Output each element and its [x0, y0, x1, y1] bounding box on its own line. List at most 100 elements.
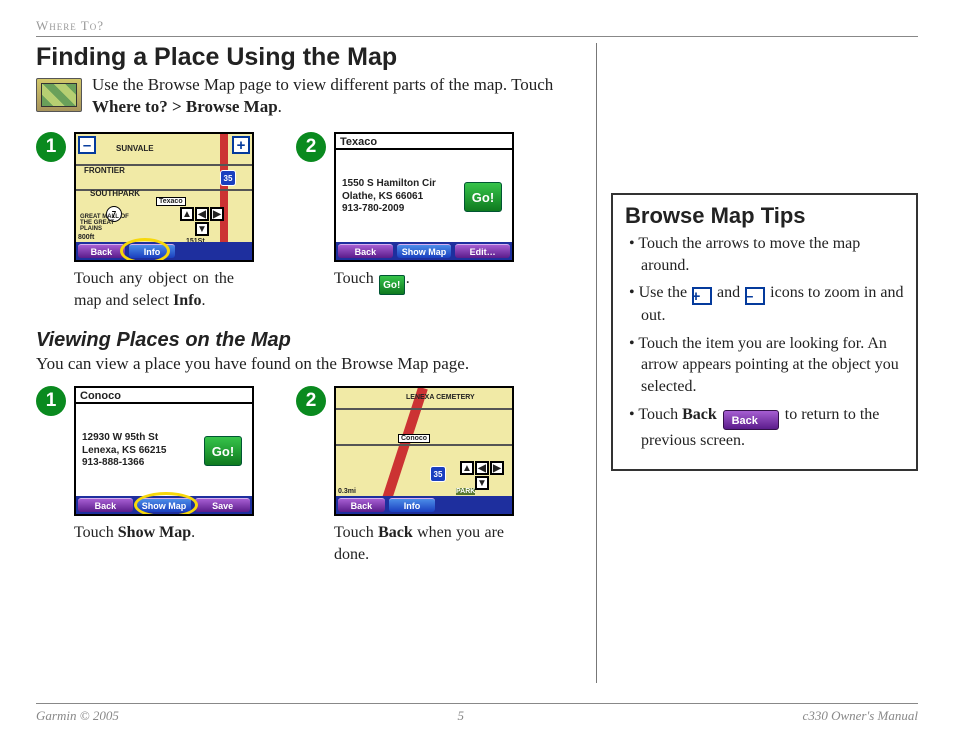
- arrow-right-icon[interactable]: ▶: [490, 461, 504, 475]
- screenshot-map-result: 35 LENEXA CEMETERY Conoco PARK 0.3mi ▲ ◀…: [334, 386, 514, 516]
- subheading: Viewing Places on the Map: [36, 329, 576, 352]
- step-b2: 2 35 LENEXA CEMETERY Conoco PARK 0.3mi ▲…: [296, 386, 516, 565]
- footer-page: 5: [457, 708, 464, 724]
- tip-4: Touch Back Back to return to the previou…: [625, 404, 904, 452]
- label-scale: 800ft: [78, 234, 94, 241]
- arrow-up-icon[interactable]: ▲: [460, 461, 474, 475]
- tip-3: Touch the item you are looking for. An a…: [625, 333, 904, 398]
- page-title: Finding a Place Using the Map: [36, 43, 576, 72]
- label-scale: 0.3mi: [338, 488, 356, 495]
- steps-row-2: 1 Conoco 12930 W 95th St Lenexa, KS 6621…: [36, 386, 576, 565]
- cap-b1-b: Show Map: [118, 524, 191, 541]
- map-icon: [36, 78, 82, 112]
- tip-2b: and: [713, 284, 744, 301]
- back-button[interactable]: Back: [338, 498, 385, 512]
- info-button[interactable]: Info: [129, 244, 176, 258]
- cap-a2-b: .: [406, 270, 410, 287]
- bullet-2-icon: 2: [296, 386, 326, 416]
- go-button[interactable]: Go!: [464, 182, 502, 212]
- button-bar: Back Show Map Edit…: [336, 242, 512, 260]
- road-h2: [336, 444, 512, 446]
- cap-a1-c: .: [202, 292, 206, 309]
- button-bar: Back Show Map Save: [76, 496, 252, 514]
- show-map-button[interactable]: Show Map: [137, 498, 192, 512]
- tips-title: Browse Map Tips: [625, 203, 904, 229]
- label-frontier: FRONTIER: [84, 166, 125, 175]
- label-conoco: Conoco: [398, 434, 430, 443]
- tip-4-bold: Back: [682, 406, 717, 423]
- road-h1: [336, 408, 512, 410]
- back-button[interactable]: Back: [78, 244, 125, 258]
- arrow-left-icon[interactable]: ◀: [475, 461, 489, 475]
- bullet-1-icon: 1: [36, 132, 66, 162]
- arrow-down-icon[interactable]: ▼: [475, 476, 489, 490]
- plus-icon: +: [692, 287, 712, 305]
- go-button[interactable]: Go!: [204, 436, 242, 466]
- arrow-down-icon[interactable]: ▼: [195, 222, 209, 236]
- intro-a: Use the Browse Map page to view differen…: [92, 75, 553, 94]
- step-a2: 2 Texaco 1550 S Hamilton Cir Olathe, KS …: [296, 132, 516, 311]
- back-button[interactable]: Back: [78, 498, 133, 512]
- label-texaco: Texaco: [156, 197, 186, 206]
- button-bar: Back Info: [76, 242, 252, 260]
- tip-4a: Touch: [638, 406, 682, 423]
- pan-arrows[interactable]: ▲ ◀▶ ▼: [458, 461, 506, 490]
- cap-a2-a: Touch: [334, 270, 378, 287]
- back-button-inline: Back: [723, 410, 779, 430]
- pan-arrows[interactable]: ▲ ◀▶ ▼: [178, 207, 226, 236]
- steps-row-1: 1 – + 35 7 SUNVALE FRONTIER SOUTHPARK GR…: [36, 132, 576, 311]
- tip-1: Touch the arrows to move the map around.: [625, 233, 904, 276]
- minus-icon: –: [745, 287, 765, 305]
- subheading-text: You can view a place you have found on t…: [36, 354, 576, 374]
- intro-block: Use the Browse Map page to view differen…: [36, 74, 576, 118]
- panel-title: Texaco: [336, 134, 512, 150]
- footer-right: c330 Owner's Manual: [803, 708, 918, 724]
- cap-a1-a: Touch any object on the map and select: [74, 270, 234, 309]
- tip-2: Use the + and – icons to zoom in and out…: [625, 282, 904, 327]
- cap-a1-b: Info: [173, 292, 201, 309]
- hwy-shield-35-icon: 35: [430, 466, 446, 482]
- content-columns: Finding a Place Using the Map Use the Br…: [36, 43, 918, 683]
- label-cemetery: LENEXA CEMETERY: [406, 394, 475, 401]
- panel-title: Conoco: [76, 388, 252, 404]
- edit-button[interactable]: Edit…: [455, 244, 510, 258]
- footer: Garmin © 2005 5 c330 Owner's Manual: [36, 703, 918, 724]
- footer-left: Garmin © 2005: [36, 708, 119, 724]
- step-b1: 1 Conoco 12930 W 95th St Lenexa, KS 6621…: [36, 386, 256, 565]
- button-bar: Back Info: [336, 496, 512, 514]
- cap-b1-c: .: [191, 524, 195, 541]
- right-column: Browse Map Tips Touch the arrows to move…: [611, 43, 918, 683]
- zoom-in-icon[interactable]: +: [232, 136, 250, 154]
- arrow-right-icon[interactable]: ▶: [210, 207, 224, 221]
- cap-b1-a: Touch: [74, 524, 118, 541]
- label-southpark: SOUTHPARK: [90, 189, 140, 198]
- label-sunvale: SUNVALE: [116, 144, 154, 153]
- screenshot-map-browse: – + 35 7 SUNVALE FRONTIER SOUTHPARK GREA…: [74, 132, 254, 262]
- cap-b2-a: Touch: [334, 524, 378, 541]
- hwy-shield-35-icon: 35: [220, 170, 236, 186]
- screenshot-detail-conoco: Conoco 12930 W 95th St Lenexa, KS 66215 …: [74, 386, 254, 516]
- panel-address: 1550 S Hamilton Cir Olathe, KS 66061 913…: [342, 178, 436, 216]
- save-button[interactable]: Save: [195, 498, 250, 512]
- show-map-button[interactable]: Show Map: [397, 244, 452, 258]
- intro-bold: Where to? > Browse Map: [92, 97, 278, 116]
- intro-text: Use the Browse Map page to view differen…: [92, 74, 576, 118]
- arrow-left-icon[interactable]: ◀: [195, 207, 209, 221]
- cap-b2-b: Back: [378, 524, 413, 541]
- back-button[interactable]: Back: [338, 244, 393, 258]
- bullet-2-icon: 2: [296, 132, 326, 162]
- step-a1: 1 – + 35 7 SUNVALE FRONTIER SOUTHPARK GR…: [36, 132, 256, 311]
- info-button[interactable]: Info: [389, 498, 436, 512]
- road-major: [379, 387, 427, 510]
- tips-box: Browse Map Tips Touch the arrows to move…: [611, 193, 918, 471]
- zoom-out-icon[interactable]: –: [78, 136, 96, 154]
- breadcrumb: Where To?: [36, 18, 918, 37]
- go-button-inline: Go!: [379, 275, 405, 295]
- left-column: Finding a Place Using the Map Use the Br…: [36, 43, 596, 683]
- tip-2a: Use the: [639, 284, 691, 301]
- bullet-1-icon: 1: [36, 386, 66, 416]
- screenshot-detail-texaco: Texaco 1550 S Hamilton Cir Olathe, KS 66…: [334, 132, 514, 262]
- arrow-up-icon[interactable]: ▲: [180, 207, 194, 221]
- panel-address: 12930 W 95th St Lenexa, KS 66215 913-888…: [82, 432, 167, 470]
- intro-c: .: [278, 97, 282, 116]
